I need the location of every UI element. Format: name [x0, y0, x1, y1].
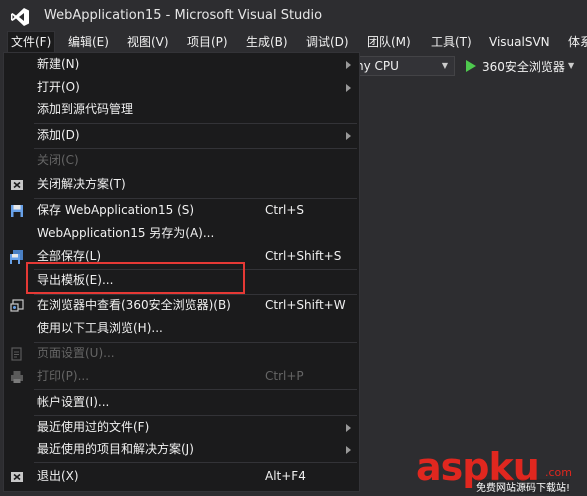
menu-item-label: WebApplication15 另存为(A)... [37, 226, 215, 240]
menu-item-add-to-source-control[interactable]: 添加到源代码管理 [4, 98, 359, 121]
menu-item-shortcut: Ctrl+S [265, 203, 305, 217]
menu-item-label: 退出(X) [37, 469, 79, 483]
menu-edit[interactable]: 编辑(E) [65, 32, 112, 52]
menu-item-shortcut: Alt+F4 [265, 469, 306, 483]
menu-item-add[interactable]: 添加(D) [4, 124, 359, 147]
menu-debug[interactable]: 调试(D) [303, 32, 352, 52]
menu-item-new[interactable]: 新建(N) [4, 53, 359, 76]
menu-separator [34, 389, 357, 390]
menu-item-close-solution[interactable]: 关闭解决方案(T) [4, 173, 359, 196]
menu-tools[interactable]: 工具(T) [428, 32, 475, 52]
menu-item-label: 关闭解决方案(T) [37, 177, 126, 191]
menu-item-browse-with[interactable]: 使用以下工具浏览(H)... [4, 317, 359, 340]
menu-item-label: 最近使用的项目和解决方案(J) [37, 442, 194, 456]
menu-visualsvn[interactable]: VisualSVN [486, 32, 553, 52]
menu-item-label: 页面设置(U)... [37, 346, 115, 360]
menu-item-label: 保存 WebApplication15 (S) [37, 203, 195, 217]
menu-item-label: 添加到源代码管理 [37, 102, 134, 116]
watermark-logo: aspku .com 免费网站源码下载站! [416, 445, 584, 495]
menu-item-page-setup: 页面设置(U)... [4, 342, 359, 365]
submenu-arrow-icon [346, 61, 351, 69]
close-solution-icon [11, 180, 23, 190]
menu-item-shortcut: Ctrl+P [265, 369, 304, 383]
title-bar: WebApplication15 - Microsoft Visual Stud… [0, 0, 587, 32]
watermark-domain: .com [545, 466, 572, 479]
menu-item-close: 关闭(C) [4, 149, 359, 172]
menu-item-label: 打印(P)... [37, 369, 90, 383]
menu-bar: 文件(F) 编辑(E) 视图(V) 项目(P) 生成(B) 调试(D) 团队(M… [0, 31, 587, 52]
save-icon [11, 205, 23, 217]
menu-view[interactable]: 视图(V) [124, 32, 172, 52]
menu-separator [34, 462, 357, 463]
menu-item-label: 新建(N) [37, 57, 80, 71]
menu-item-save-as[interactable]: WebApplication15 另存为(A)... [4, 222, 359, 245]
visual-studio-logo-icon [11, 8, 29, 26]
save-all-icon [10, 250, 23, 264]
submenu-arrow-icon [346, 446, 351, 454]
menu-item-exit[interactable]: 退出(X) Alt+F4 [4, 465, 359, 488]
chevron-down-icon: ▼ [441, 61, 448, 70]
print-icon [11, 371, 23, 383]
menu-item-label: 关闭(C) [37, 153, 79, 167]
window-title: WebApplication15 - Microsoft Visual Stud… [44, 8, 323, 23]
menu-item-save[interactable]: 保存 WebApplication15 (S) Ctrl+S [4, 199, 359, 222]
solution-platform-value: ny CPU [356, 59, 399, 73]
menu-project[interactable]: 项目(P) [184, 32, 231, 52]
menu-architecture[interactable]: 体系 [565, 32, 587, 52]
menu-team[interactable]: 团队(M) [364, 32, 414, 52]
menu-item-open[interactable]: 打开(O) [4, 76, 359, 99]
menu-item-label: 添加(D) [37, 128, 80, 142]
menu-item-label: 帐户设置(I)... [37, 395, 110, 409]
menu-item-shortcut: Ctrl+Shift+S [265, 249, 342, 263]
menu-file[interactable]: 文件(F) [7, 31, 56, 52]
view-in-browser-icon [10, 299, 24, 312]
submenu-arrow-icon [346, 132, 351, 140]
menu-item-label: 在浏览器中查看(360安全浏览器)(B) [37, 298, 231, 312]
run-browser-button[interactable]: 360安全浏览器 [482, 58, 565, 75]
chevron-down-icon[interactable]: ▼ [568, 61, 574, 70]
menu-item-label: 打开(O) [37, 80, 80, 94]
submenu-arrow-icon [346, 424, 351, 432]
annotation-highlight-box [26, 262, 245, 294]
page-setup-icon [11, 347, 22, 361]
menu-item-label: 使用以下工具浏览(H)... [37, 321, 163, 335]
start-debugging-icon[interactable] [466, 60, 476, 72]
menu-item-recent-files[interactable]: 最近使用过的文件(F) [4, 416, 359, 439]
menu-build[interactable]: 生成(B) [243, 32, 291, 52]
menu-item-label: 最近使用过的文件(F) [37, 420, 150, 434]
menu-item-recent-projects[interactable]: 最近使用的项目和解决方案(J) [4, 438, 359, 461]
menu-item-shortcut: Ctrl+Shift+W [265, 298, 346, 312]
menu-item-view-in-browser[interactable]: 在浏览器中查看(360安全浏览器)(B) Ctrl+Shift+W [4, 294, 359, 317]
exit-icon [11, 472, 23, 482]
menu-item-print: 打印(P)... Ctrl+P [4, 365, 359, 388]
submenu-arrow-icon [346, 84, 351, 92]
watermark-tagline: 免费网站源码下载站! [476, 479, 571, 494]
menu-item-account-settings[interactable]: 帐户设置(I)... [4, 391, 359, 414]
